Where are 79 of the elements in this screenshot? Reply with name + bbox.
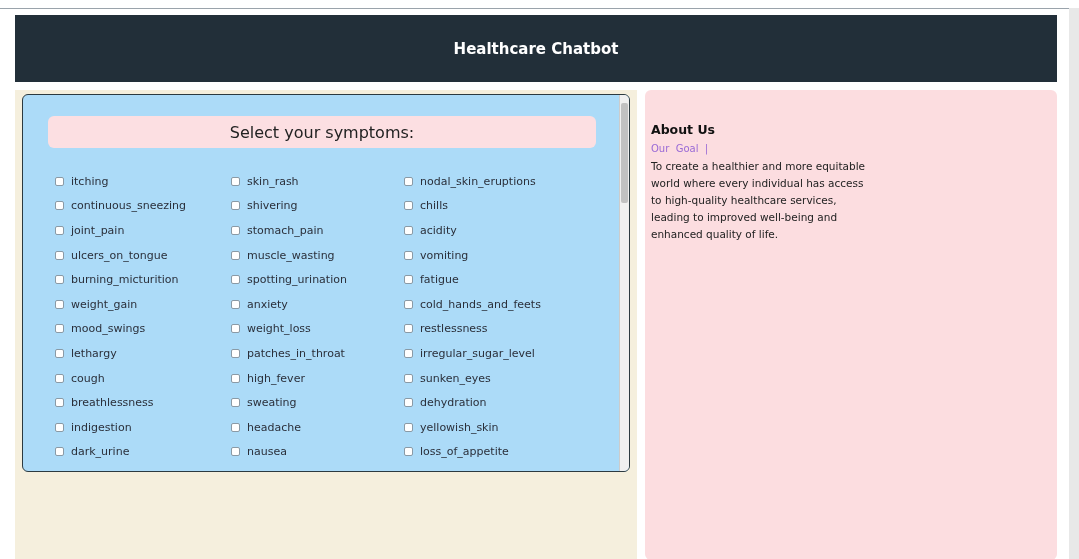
- symptom-label[interactable]: skin_rash: [247, 174, 299, 188]
- checkbox[interactable]: [55, 275, 64, 285]
- symptom-label[interactable]: weight_gain: [71, 297, 138, 311]
- page-scrollbar[interactable]: [1069, 8, 1079, 559]
- checkbox[interactable]: [404, 250, 413, 260]
- symptom-label[interactable]: dark_urine: [71, 445, 130, 459]
- symptom-label[interactable]: muscle_wasting: [247, 248, 335, 262]
- symptom-label[interactable]: cold_hands_and_feets: [420, 297, 541, 311]
- checkbox[interactable]: [55, 226, 64, 235]
- checkbox[interactable]: [404, 299, 413, 309]
- symptom-label[interactable]: dehydration: [420, 396, 487, 410]
- checkbox[interactable]: [55, 398, 64, 408]
- checkbox[interactable]: [55, 324, 64, 334]
- checkbox[interactable]: [231, 398, 240, 408]
- symptom-label[interactable]: ulcers_on_tongue: [71, 248, 168, 262]
- goal-text: To create a healthier and more equitable world where every individual has access to high-quality healthcare services, leading to improved well-being and enhanced quality of life.: [651, 159, 866, 242]
- symptom-label[interactable]: vomiting: [420, 248, 469, 262]
- checkbox[interactable]: [404, 447, 413, 457]
- symptom-label[interactable]: nausea: [247, 445, 287, 459]
- symptom-label[interactable]: shivering: [247, 199, 298, 213]
- symptom-label[interactable]: indigestion: [71, 420, 132, 434]
- symptom-label[interactable]: lethargy: [71, 346, 117, 360]
- scrollbar[interactable]: [619, 95, 629, 471]
- checkbox[interactable]: [231, 176, 240, 186]
- symptom-label[interactable]: continuous_sneezing: [71, 199, 187, 213]
- about-title: About Us: [651, 122, 717, 137]
- symptom-label[interactable]: breathlessness: [71, 396, 154, 410]
- symptom-label[interactable]: itching: [71, 174, 109, 188]
- symptom-label[interactable]: irregular_sugar_level: [420, 346, 535, 360]
- checkbox[interactable]: [404, 348, 413, 358]
- symptom-label[interactable]: chills: [420, 199, 448, 213]
- checkbox[interactable]: [231, 275, 240, 285]
- symptom-label[interactable]: cough: [71, 371, 105, 385]
- symptom-label[interactable]: fatigue: [420, 273, 459, 287]
- checkbox[interactable]: [404, 226, 413, 235]
- symptom-label[interactable]: headache: [247, 420, 301, 434]
- checkbox[interactable]: [231, 226, 240, 235]
- symptom-label[interactable]: weight_loss: [247, 322, 311, 336]
- checkbox[interactable]: [55, 447, 64, 457]
- symptom-label[interactable]: stomach_pain: [247, 224, 324, 237]
- checkbox[interactable]: [404, 275, 413, 285]
- checkbox[interactable]: [55, 299, 64, 309]
- checkbox[interactable]: [231, 201, 240, 211]
- symptom-label[interactable]: loss_of_appetite: [420, 445, 509, 459]
- checkbox[interactable]: [231, 348, 240, 358]
- symptom-label[interactable]: yellowish_skin: [420, 420, 499, 434]
- checkbox[interactable]: [404, 422, 413, 432]
- symptom-label[interactable]: high_fever: [247, 371, 305, 385]
- symptom-label[interactable]: restlessness: [420, 322, 488, 336]
- checkbox[interactable]: [231, 250, 240, 260]
- page-title: Healthcare Chatbot: [453, 39, 619, 58]
- checkbox[interactable]: [55, 250, 64, 260]
- checkbox[interactable]: [404, 398, 413, 408]
- symptom-label[interactable]: sweating: [247, 396, 297, 410]
- symptom-label[interactable]: spotting_urination: [247, 273, 347, 287]
- checkbox[interactable]: [404, 201, 413, 211]
- checkbox[interactable]: [231, 299, 240, 309]
- checkbox[interactable]: [55, 348, 64, 358]
- checkbox[interactable]: [404, 324, 413, 334]
- checkbox[interactable]: [404, 373, 413, 383]
- symptom-label[interactable]: nodal_skin_eruptions: [420, 174, 536, 188]
- symptom-label[interactable]: burning_micturition: [71, 273, 179, 287]
- checkbox[interactable]: [55, 176, 64, 186]
- symptom-label[interactable]: joint_pain: [71, 224, 125, 237]
- symptom-label[interactable]: patches_in_throat: [247, 346, 345, 360]
- checkbox[interactable]: [231, 447, 240, 457]
- checkbox[interactable]: [231, 422, 240, 432]
- checkbox[interactable]: [231, 324, 240, 334]
- goal-label: Our Goal |: [651, 143, 710, 154]
- symptom-label[interactable]: mood_swings: [71, 322, 146, 336]
- checkbox[interactable]: [404, 176, 413, 186]
- checkbox[interactable]: [231, 373, 240, 383]
- checkbox[interactable]: [55, 422, 64, 432]
- checkbox[interactable]: [55, 201, 64, 211]
- symptom-label[interactable]: acidity: [420, 224, 457, 237]
- symptom-label[interactable]: anxiety: [247, 297, 288, 311]
- symptom-label[interactable]: sunken_eyes: [420, 371, 491, 385]
- symptoms-heading: Select your symptoms:: [48, 116, 596, 148]
- checkbox[interactable]: [55, 373, 64, 383]
